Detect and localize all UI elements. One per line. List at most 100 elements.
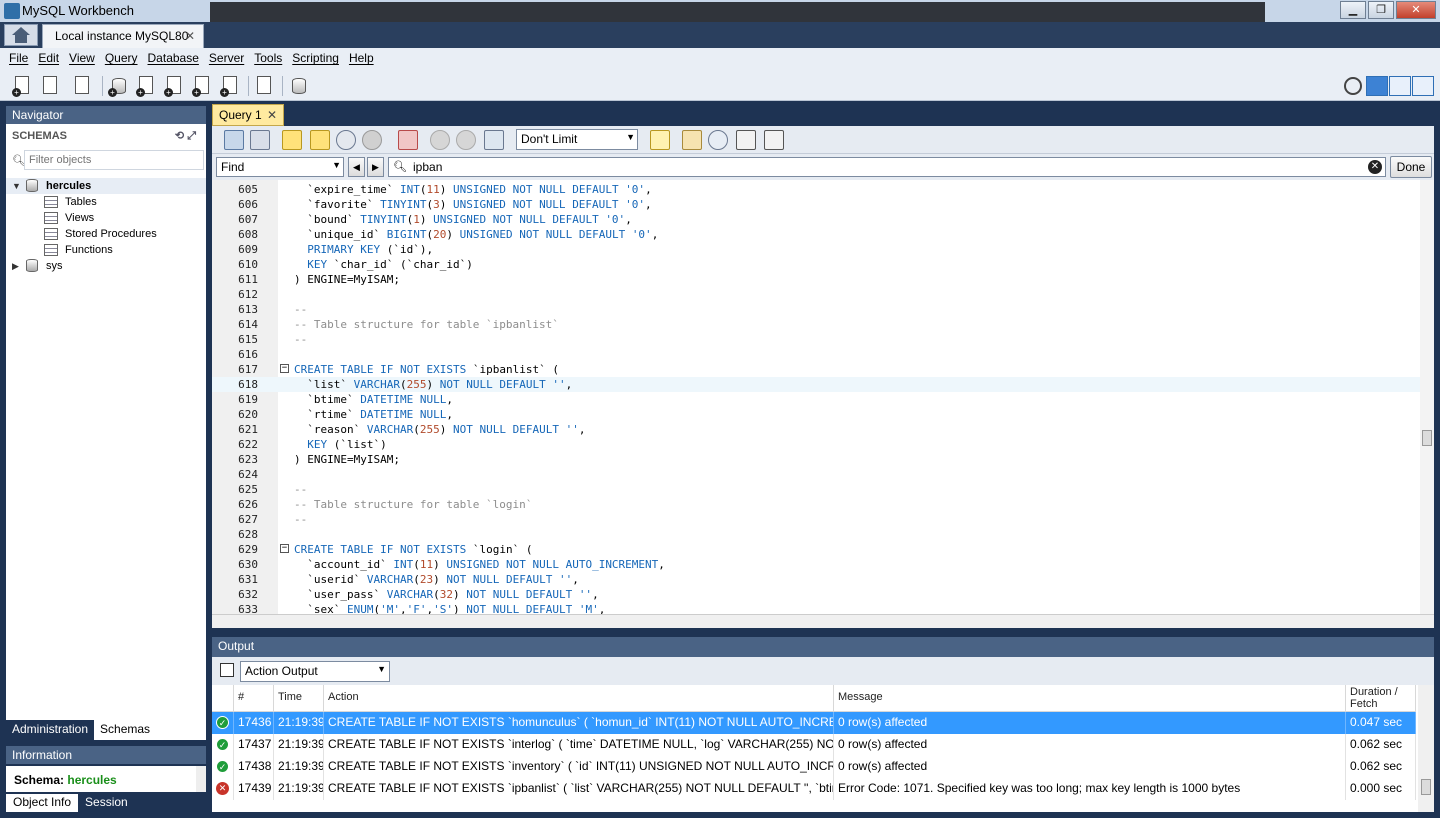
code-line[interactable]: 632 `user_pass` VARCHAR(32) NOT NULL DEF… [212, 587, 1420, 602]
home-button[interactable] [4, 24, 38, 46]
find-next-button[interactable]: ▶ [367, 157, 384, 177]
menu-server[interactable]: Server [204, 48, 249, 70]
beautify-icon[interactable] [682, 130, 702, 150]
open-folder-icon[interactable] [224, 130, 244, 150]
code-line[interactable]: 629 − CREATE TABLE IF NOT EXISTS `login` ( [212, 542, 1420, 557]
tree-item-functions[interactable]: Functions [6, 242, 206, 258]
code-line[interactable]: 608 `unique_id` BIGINT(20) UNSIGNED NOT … [212, 227, 1420, 242]
output-row[interactable]: ✓ 17436 21:19:39 CREATE TABLE IF NOT EXISTS… [212, 712, 1416, 734]
connection-tab[interactable]: Local instance MySQL80 ✕ [42, 24, 204, 48]
expand-arrow-icon[interactable]: ▼ [12, 178, 21, 194]
code-line[interactable]: 606 `favorite` TINYINT(3) UNSIGNED NOT N… [212, 197, 1420, 212]
create-view-icon[interactable]: + [164, 75, 186, 97]
tree-item-views[interactable]: Views [6, 210, 206, 226]
autocommit-icon[interactable] [484, 130, 504, 150]
maximize-button[interactable]: ❐ [1368, 1, 1394, 19]
clear-search-icon[interactable]: ✕ [1368, 160, 1382, 174]
tree-schema-hercules[interactable]: ▼ hercules [6, 178, 206, 194]
menu-tools[interactable]: Tools [249, 48, 287, 70]
find-previous-button[interactable]: ◀ [348, 157, 365, 177]
code-line[interactable]: 607 `bound` TINYINT(1) UNSIGNED NOT NULL… [212, 212, 1420, 227]
code-line[interactable]: 618 `list` VARCHAR(255) NOT NULL DEFAULT… [212, 377, 1420, 392]
done-button[interactable]: Done [1390, 156, 1432, 178]
tree-item-tables[interactable]: Tables [6, 194, 206, 210]
code-line[interactable]: 621 `reason` VARCHAR(255) NOT NULL DEFAU… [212, 422, 1420, 437]
rollback-icon[interactable] [456, 130, 476, 150]
minimize-button[interactable]: ▁ [1340, 1, 1366, 19]
inspector-icon[interactable] [72, 75, 94, 97]
execute-icon[interactable] [282, 130, 302, 150]
code-line[interactable]: 624 [212, 467, 1420, 482]
code-line[interactable]: 619 `btime` DATETIME NULL, [212, 392, 1420, 407]
open-sql-script-icon[interactable] [40, 75, 62, 97]
code-line[interactable]: 623) ENGINE=MyISAM; [212, 452, 1420, 467]
filter-objects-input[interactable] [24, 150, 204, 170]
info-scrollbar[interactable] [196, 766, 206, 792]
menu-edit[interactable]: Edit [33, 48, 64, 70]
find-input[interactable]: 🔍︎ ipban ✕ [388, 157, 1386, 177]
column-message[interactable]: Message [834, 685, 1346, 712]
toggle-secondary-sidebar-button[interactable] [1412, 76, 1434, 96]
menu-view[interactable]: View [64, 48, 100, 70]
scroll-thumb[interactable] [1422, 430, 1432, 446]
code-line[interactable]: 633 `sex` ENUM('M','F','S') NOT NULL DEF… [212, 602, 1420, 614]
close-button[interactable]: ✕ [1396, 1, 1436, 19]
code-line[interactable]: 622 KEY (`list`) [212, 437, 1420, 452]
code-line[interactable]: 605 `expire_time` INT(11) UNSIGNED NOT N… [212, 182, 1420, 197]
code-line[interactable]: 620 `rtime` DATETIME NULL, [212, 407, 1420, 422]
code-line[interactable]: 612 [212, 287, 1420, 302]
output-row[interactable]: ✕ 17439 21:19:39 CREATE TABLE IF NOT EXISTS… [212, 778, 1416, 800]
search-table-data-icon[interactable] [254, 75, 276, 97]
code-line[interactable]: 616 [212, 347, 1420, 362]
column-duration[interactable]: Duration / Fetch [1346, 685, 1416, 712]
code-line[interactable]: 625 -- [212, 482, 1420, 497]
code-line[interactable]: 630 `account_id` INT(11) UNSIGNED NOT NU… [212, 557, 1420, 572]
column-number[interactable]: # [234, 685, 274, 712]
code-line[interactable]: 631 `userid` VARCHAR(23) NOT NULL DEFAUL… [212, 572, 1420, 587]
wrap-lines-icon[interactable] [764, 130, 784, 150]
menu-help[interactable]: Help [344, 48, 379, 70]
editor-horizontal-scrollbar[interactable] [212, 614, 1434, 628]
create-table-icon[interactable]: + [136, 75, 158, 97]
code-line[interactable]: 610 KEY `char_id` (`char_id`) [212, 257, 1420, 272]
column-action[interactable]: Action [324, 685, 834, 712]
output-row[interactable]: ✓ 17437 21:19:39 CREATE TABLE IF NOT EXISTS… [212, 734, 1416, 756]
new-sql-tab-icon[interactable]: + [12, 75, 34, 97]
code-line[interactable]: 613 -- [212, 302, 1420, 317]
toggle-continue-on-error-icon[interactable] [398, 130, 418, 150]
create-procedure-icon[interactable]: + [192, 75, 214, 97]
code-line[interactable]: 628 [212, 527, 1420, 542]
reconnect-icon[interactable] [288, 75, 310, 97]
tab-schemas[interactable]: Schemas [94, 720, 157, 740]
code-line[interactable]: 615 -- [212, 332, 1420, 347]
tab-object-info[interactable]: Object Info [6, 794, 79, 812]
query-tab[interactable]: Query 1 ✕ [212, 104, 284, 126]
scroll-thumb[interactable] [1421, 779, 1431, 795]
code-line[interactable]: 627 -- [212, 512, 1420, 527]
close-query-tab-icon[interactable]: ✕ [267, 108, 277, 122]
menu-file[interactable]: File [4, 48, 33, 70]
find-icon[interactable] [708, 130, 728, 150]
code-line[interactable]: 611) ENGINE=MyISAM; [212, 272, 1420, 287]
output-type-select[interactable]: Action Output ▼ [240, 661, 390, 682]
create-function-icon[interactable]: + [220, 75, 242, 97]
toggle-sidebar-button[interactable] [1366, 76, 1388, 96]
add-snippet-icon[interactable] [650, 130, 670, 150]
refresh-schemas-icon[interactable]: ⟲ ⤢ [175, 129, 196, 143]
tab-administration[interactable]: Administration [6, 720, 95, 740]
gear-icon[interactable] [1344, 77, 1362, 95]
save-icon[interactable] [250, 130, 270, 150]
tab-session[interactable]: Session [78, 794, 135, 812]
code-line[interactable]: 626 -- Table structure for table `login` [212, 497, 1420, 512]
row-limit-select[interactable]: Don't Limit ▼ [516, 129, 638, 150]
menu-query[interactable]: Query [100, 48, 143, 70]
code-line[interactable]: 614 -- Table structure for table `ipbanli… [212, 317, 1420, 332]
collapse-arrow-icon[interactable]: ▶ [12, 258, 19, 274]
tree-schema-sys[interactable]: ▶ sys [6, 258, 206, 274]
copy-icon[interactable] [220, 663, 234, 677]
invisible-chars-icon[interactable] [736, 130, 756, 150]
fold-toggle-icon[interactable]: − [280, 364, 289, 373]
output-row[interactable]: ✓ 17438 21:19:39 CREATE TABLE IF NOT EXISTS… [212, 756, 1416, 778]
code-line[interactable]: 617 − CREATE TABLE IF NOT EXISTS `ipbanlis… [212, 362, 1420, 377]
toggle-output-button[interactable] [1389, 76, 1411, 96]
